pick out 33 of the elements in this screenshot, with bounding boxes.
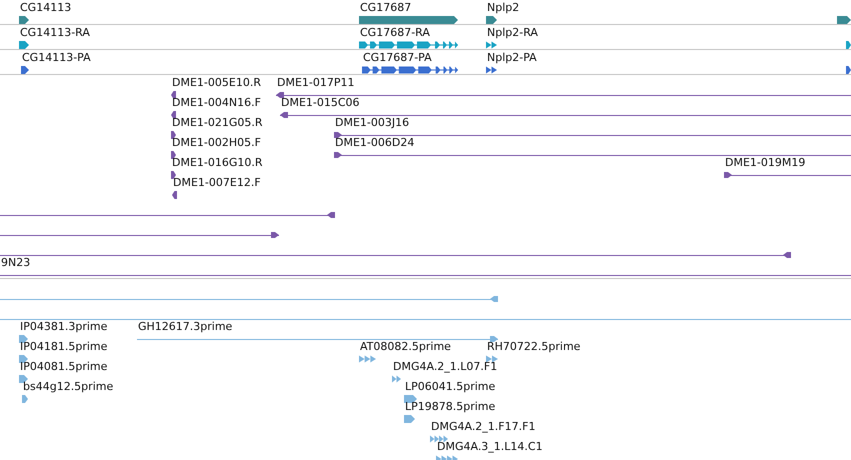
feature-label: GH12617.3prime	[137, 320, 232, 333]
feature-label: DMG4A.2_1.L07.F1	[392, 360, 498, 373]
feature-label: DME1-019M19	[724, 156, 806, 169]
feature-label: DME1-002H05.F	[171, 136, 261, 149]
feature-label: CG14113	[19, 1, 72, 14]
feature-label: DMG4A.2_1.F17.F1	[430, 420, 536, 433]
feature-label: RH70722.5prime	[486, 340, 580, 353]
feature-label: DME1-021G05.R	[171, 116, 263, 129]
feature-label: CG17687	[359, 1, 412, 14]
feature-label: LP06041.5prime	[404, 380, 496, 393]
feature-label: DME1-003J16	[334, 116, 410, 129]
feature-label: 9N23	[0, 256, 30, 269]
feature-label: LP19878.5prime	[404, 400, 496, 413]
feature-label: DME1-004N16.F	[171, 96, 261, 109]
feature-label: DME1-016G10.R	[171, 156, 263, 169]
feature-label: IP04381.3prime	[19, 320, 108, 333]
feature-label: Nplp2-RA	[486, 26, 538, 39]
feature-label: DME1-006D24	[334, 136, 414, 149]
feature-label: CG17687-RA	[359, 26, 430, 39]
feature-label: Nplp2	[486, 1, 520, 14]
feature-label: DMG4A.3_1.L14.C1	[436, 440, 543, 453]
feature-label: IP04181.5prime	[19, 340, 108, 353]
feature-label: CG14113-RA	[19, 26, 90, 39]
feature-label: DME1-017P11	[276, 76, 355, 89]
feature-label: DME1-005E10.R	[171, 76, 261, 89]
feature-label: IP04081.5prime	[19, 360, 108, 373]
feature-label: bs44g12.5prime	[22, 380, 114, 393]
feature-label: CG14113-PA	[21, 51, 91, 64]
feature-label: AT08082.5prime	[359, 340, 451, 353]
feature-label: Nplp2-PA	[486, 51, 537, 64]
feature-label: CG17687-PA	[362, 51, 432, 64]
feature-label: DME1-015C06	[280, 96, 360, 109]
feature-label: DME1-007E12.F	[172, 176, 261, 189]
